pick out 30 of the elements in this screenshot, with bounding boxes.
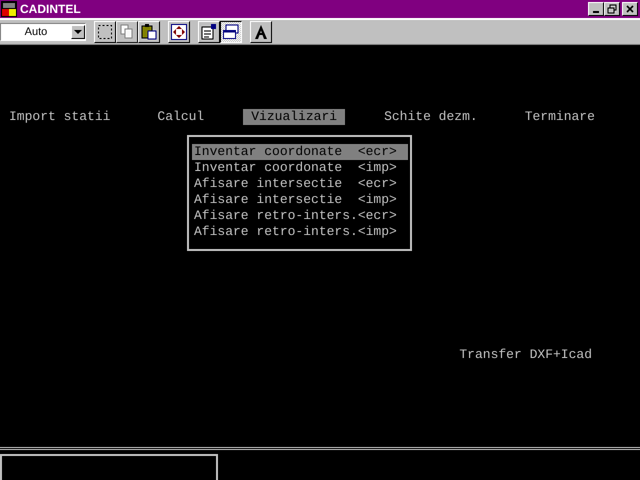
menu-item[interactable]: Afisare intersectie <imp> bbox=[192, 192, 408, 208]
arrows-icon bbox=[170, 23, 188, 41]
menu-item[interactable]: Vizualizari bbox=[243, 109, 346, 125]
minimize-icon bbox=[593, 11, 599, 13]
status-text: Transfer DXF+Icad bbox=[459, 347, 592, 363]
close-icon bbox=[625, 4, 635, 14]
font-icon bbox=[252, 23, 270, 41]
windows-icon bbox=[222, 23, 240, 41]
menu-item[interactable]: Afisare intersectie <ecr> bbox=[192, 176, 408, 192]
menu-item[interactable]: Afisare retro-inters.<ecr> bbox=[192, 208, 408, 224]
font-size-dropdown[interactable]: Auto bbox=[0, 23, 86, 41]
minimize-button[interactable] bbox=[588, 2, 604, 16]
menu-item[interactable]: Inventar coordonate <ecr> bbox=[192, 144, 408, 160]
window-title: CADINTEL bbox=[20, 2, 82, 16]
menu-item[interactable]: Afisare retro-inters.<imp> bbox=[192, 224, 408, 240]
paste-icon bbox=[140, 23, 158, 41]
select-icon bbox=[96, 23, 114, 41]
menu-item[interactable]: Calcul bbox=[149, 109, 212, 125]
menu-item[interactable]: Inventar coordonate <imp> bbox=[192, 160, 408, 176]
menu-item[interactable]: Terminare bbox=[516, 109, 603, 125]
input-field[interactable] bbox=[0, 454, 218, 480]
menu-item[interactable]: Schite dezm. bbox=[376, 109, 486, 125]
toolbar-button[interactable] bbox=[220, 21, 242, 43]
close-button[interactable] bbox=[622, 2, 638, 16]
menu-item[interactable]: Import statii bbox=[1, 109, 118, 125]
restore-button[interactable] bbox=[604, 2, 620, 16]
caret-icon bbox=[74, 30, 82, 34]
app-icon bbox=[1, 1, 17, 17]
restore-icon bbox=[607, 4, 617, 14]
properties-icon bbox=[200, 23, 218, 41]
